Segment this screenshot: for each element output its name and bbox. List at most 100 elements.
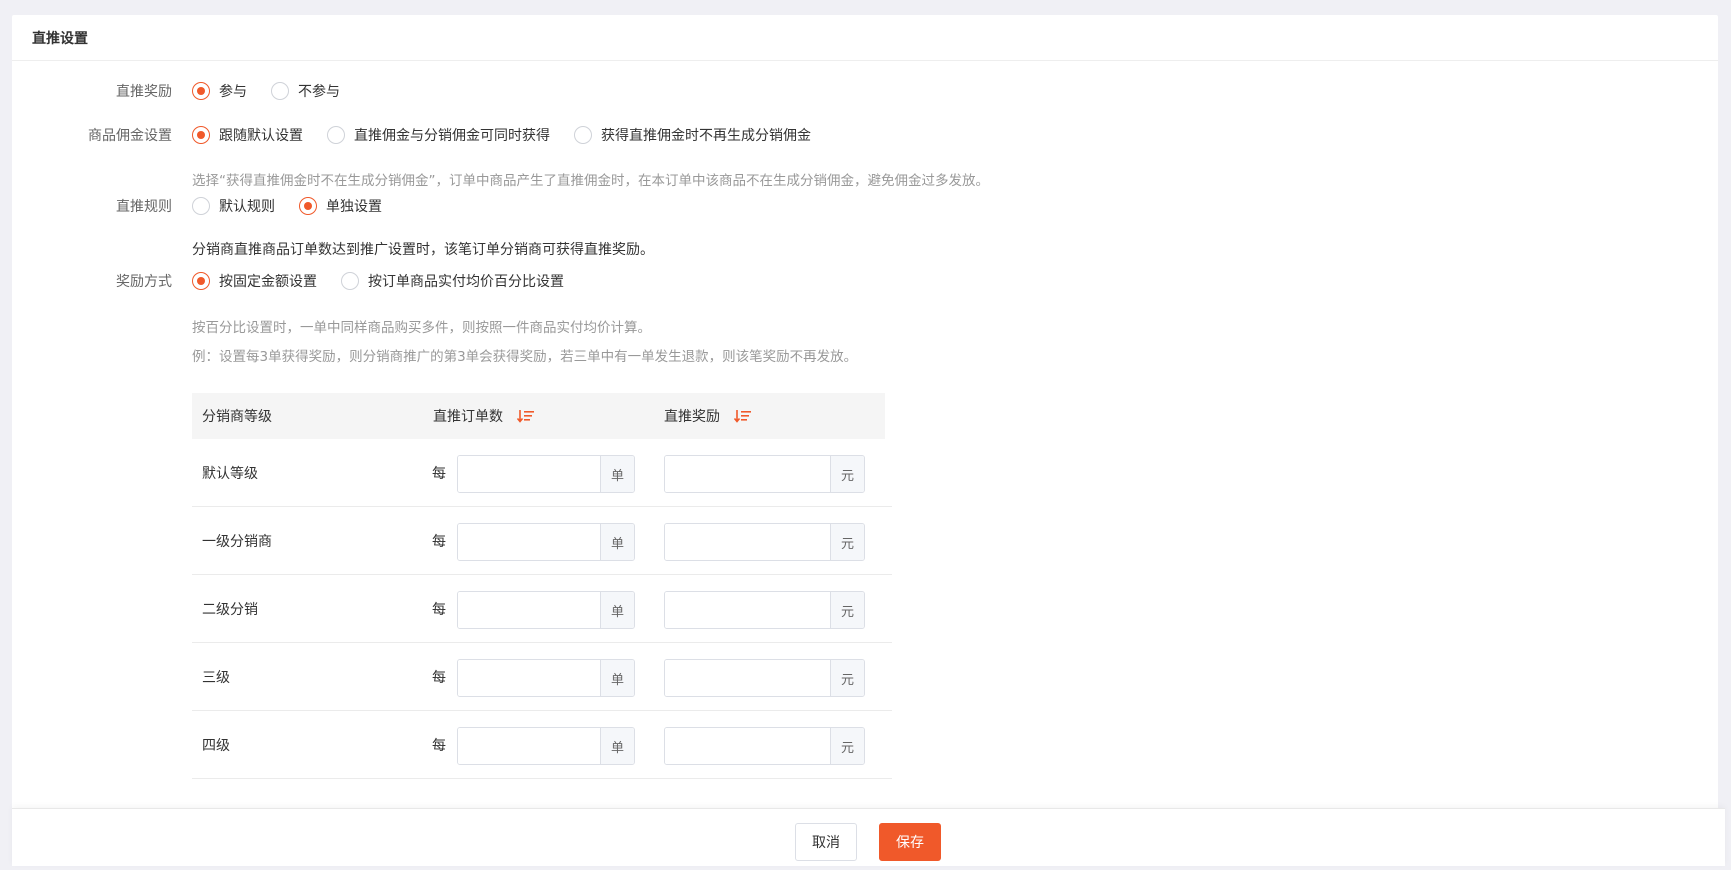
th-orders: 直推订单数 [433,406,535,426]
radio-label: 按订单商品实付均价百分比设置 [368,274,564,290]
reward-unit: 元 [830,456,864,492]
orders-input[interactable] [458,592,600,628]
settings-card: 直推设置 直推奖励 参与 不参与 商品佣金设置 跟随默认设置 直推佣金与分销佣金… [12,15,1718,815]
radio-label: 默认规则 [219,199,275,215]
every-label: 每 [432,670,446,686]
method-hint-2: 例：设置每3单获得奖励，则分销商推广的第3单会获得奖励，若三单中有一单发生退款，… [192,349,858,365]
level-reward-table: 分销商等级 直推订单数 直推奖励 默认等级 每 单 元 一级分销商 每 单 元 … [192,393,892,779]
commission-label: 商品佣金设置 [88,128,172,144]
rule-row: 直推规则 [12,196,172,216]
card-title: 直推设置 [12,15,1718,61]
sort-descending-icon[interactable] [734,409,752,423]
every-label: 每 [432,534,446,550]
reward-input-group: 元 [664,523,865,561]
orders-input-group: 单 [457,591,635,629]
table-header: 分销商等级 直推订单数 直推奖励 [192,393,885,439]
radio-percentage[interactable]: 按订单商品实付均价百分比设置 [341,271,564,291]
orders-input-group: 单 [457,659,635,697]
th-level-label: 分销商等级 [202,409,272,425]
reward-input[interactable] [665,456,830,492]
radio-not-participate[interactable]: 不参与 [271,81,340,101]
table-row: 三级 每 单 元 [192,643,892,711]
save-button[interactable]: 保存 [879,823,941,861]
radio-dot[interactable] [192,82,210,100]
rule-note: 分销商直推商品订单数达到推广设置时，该笔订单分销商可获得直推奖励。 [192,242,654,258]
commission-hint: 选择“获得直推佣金时不在生成分销佣金”，订单中商品产生了直推佣金时，在本订单中该… [192,173,989,189]
row-level-label: 三级 [202,670,230,686]
table-row: 四级 每 单 元 [192,711,892,779]
radio-dot[interactable] [574,126,592,144]
orders-input[interactable] [458,524,600,560]
radio-dot[interactable] [192,272,210,290]
radio-label: 单独设置 [326,199,382,215]
radio-participate[interactable]: 参与 [192,81,247,101]
reward-row: 直推奖励 [12,81,172,101]
reward-input-group: 元 [664,659,865,697]
radio-custom-rule[interactable]: 单独设置 [299,196,382,216]
radio-default-rule[interactable]: 默认规则 [192,196,275,216]
reward-input[interactable] [665,592,830,628]
row-level-label: 四级 [202,738,230,754]
orders-input-group: 单 [457,727,635,765]
sort-descending-icon[interactable] [517,409,535,423]
radio-label: 参与 [219,84,247,100]
commission-radio-group: 跟随默认设置 直推佣金与分销佣金可同时获得 获得直推佣金时不再生成分销佣金 [192,125,835,145]
reward-input[interactable] [665,524,830,560]
orders-input-group: 单 [457,523,635,561]
orders-input-group: 单 [457,455,635,493]
reward-label: 直推奖励 [116,84,172,100]
cancel-button[interactable]: 取消 [795,823,857,861]
radio-label: 直推佣金与分销佣金可同时获得 [354,128,550,144]
radio-label: 获得直推佣金时不再生成分销佣金 [601,128,811,144]
radio-dot[interactable] [271,82,289,100]
reward-unit: 元 [830,592,864,628]
every-label: 每 [432,602,446,618]
reward-input-group: 元 [664,727,865,765]
table-row: 默认等级 每 单 元 [192,439,892,507]
footer-action-bar: 取消 保存 [12,808,1725,866]
orders-input[interactable] [458,728,600,764]
reward-input-group: 元 [664,591,865,629]
row-level-label: 二级分销 [202,602,258,618]
radio-dot[interactable] [299,197,317,215]
radio-label: 按固定金额设置 [219,274,317,290]
radio-dot[interactable] [192,197,210,215]
radio-follow-default[interactable]: 跟随默认设置 [192,125,303,145]
reward-input[interactable] [665,660,830,696]
every-label: 每 [432,738,446,754]
th-reward: 直推奖励 [664,406,752,426]
radio-label: 不参与 [298,84,340,100]
every-label: 每 [432,466,446,482]
reward-unit: 元 [830,728,864,764]
radio-no-distribution[interactable]: 获得直推佣金时不再生成分销佣金 [574,125,811,145]
th-reward-label: 直推奖励 [664,409,720,425]
row-level-label: 一级分销商 [202,534,272,550]
commission-row: 商品佣金设置 [12,125,172,145]
reward-input[interactable] [665,728,830,764]
method-hint-1: 按百分比设置时，一单中同样商品购买多件，则按照一件商品实付均价计算。 [192,320,651,336]
order-unit: 单 [600,728,634,764]
th-level: 分销商等级 [202,406,272,426]
table-row: 一级分销商 每 单 元 [192,507,892,575]
th-orders-label: 直推订单数 [433,409,503,425]
radio-both-commission[interactable]: 直推佣金与分销佣金可同时获得 [327,125,550,145]
table-row: 二级分销 每 单 元 [192,575,892,643]
method-radio-group: 按固定金额设置 按订单商品实付均价百分比设置 [192,271,588,291]
method-label: 奖励方式 [116,274,172,290]
reward-unit: 元 [830,524,864,560]
radio-dot[interactable] [341,272,359,290]
radio-dot[interactable] [192,126,210,144]
orders-input[interactable] [458,660,600,696]
orders-input[interactable] [458,456,600,492]
order-unit: 单 [600,592,634,628]
reward-input-group: 元 [664,455,865,493]
reward-radio-group: 参与 不参与 [192,81,364,101]
rule-label: 直推规则 [116,199,172,215]
order-unit: 单 [600,660,634,696]
radio-label: 跟随默认设置 [219,128,303,144]
radio-dot[interactable] [327,126,345,144]
radio-fixed-amount[interactable]: 按固定金额设置 [192,271,317,291]
rule-radio-group: 默认规则 单独设置 [192,196,406,216]
row-level-label: 默认等级 [202,466,258,482]
order-unit: 单 [600,456,634,492]
